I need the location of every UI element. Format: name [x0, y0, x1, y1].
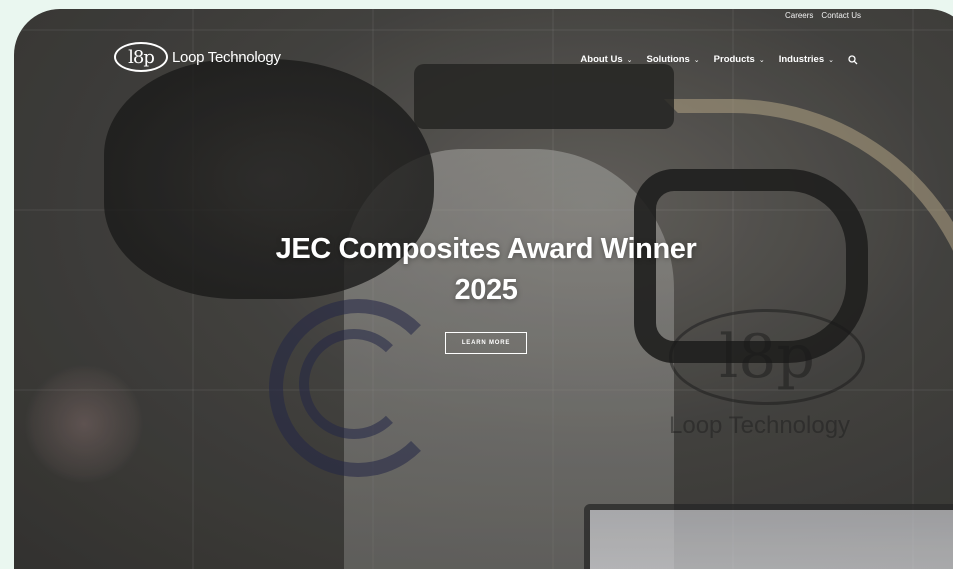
utility-nav: Careers Contact Us: [785, 11, 861, 20]
brand-name: Loop Technology: [172, 48, 281, 66]
nav-item-solutions[interactable]: Solutions ⌄: [647, 54, 700, 65]
learn-more-button[interactable]: LEARN MORE: [445, 332, 527, 354]
nav-item-label: Products: [713, 54, 755, 65]
chevron-down-icon: ⌄: [758, 56, 765, 64]
careers-link[interactable]: Careers: [785, 11, 813, 20]
brand-logo-mark: l8p: [114, 42, 168, 72]
nav-item-label: Solutions: [646, 54, 690, 65]
contact-us-link[interactable]: Contact Us: [821, 11, 861, 20]
search-icon[interactable]: [848, 54, 858, 65]
chevron-down-icon: ⌄: [828, 56, 834, 64]
nav-item-label: About Us: [580, 54, 623, 65]
nav-item-label: Industries: [778, 54, 825, 65]
nav-item-industries[interactable]: Industries ⌄: [779, 54, 834, 65]
nav-item-products[interactable]: Products ⌄: [714, 54, 765, 65]
hero-title-line-1: JEC Composites Award Winner: [275, 233, 697, 265]
nav-item-about-us[interactable]: About Us ⌄: [580, 54, 632, 65]
hero-title-line-2: 2025: [454, 274, 518, 306]
hero-section: l8p Loop Technology Careers Contact Us l…: [14, 9, 953, 569]
brand-logo[interactable]: l8p Loop Technology: [114, 42, 281, 72]
hero-title: JEC Composites Award Winner 2025: [14, 229, 953, 311]
chevron-down-icon: ⌄: [693, 56, 700, 64]
chevron-down-icon: ⌄: [626, 56, 633, 64]
main-nav: About Us ⌄ Solutions ⌄ Products ⌄ Indust…: [580, 54, 858, 65]
